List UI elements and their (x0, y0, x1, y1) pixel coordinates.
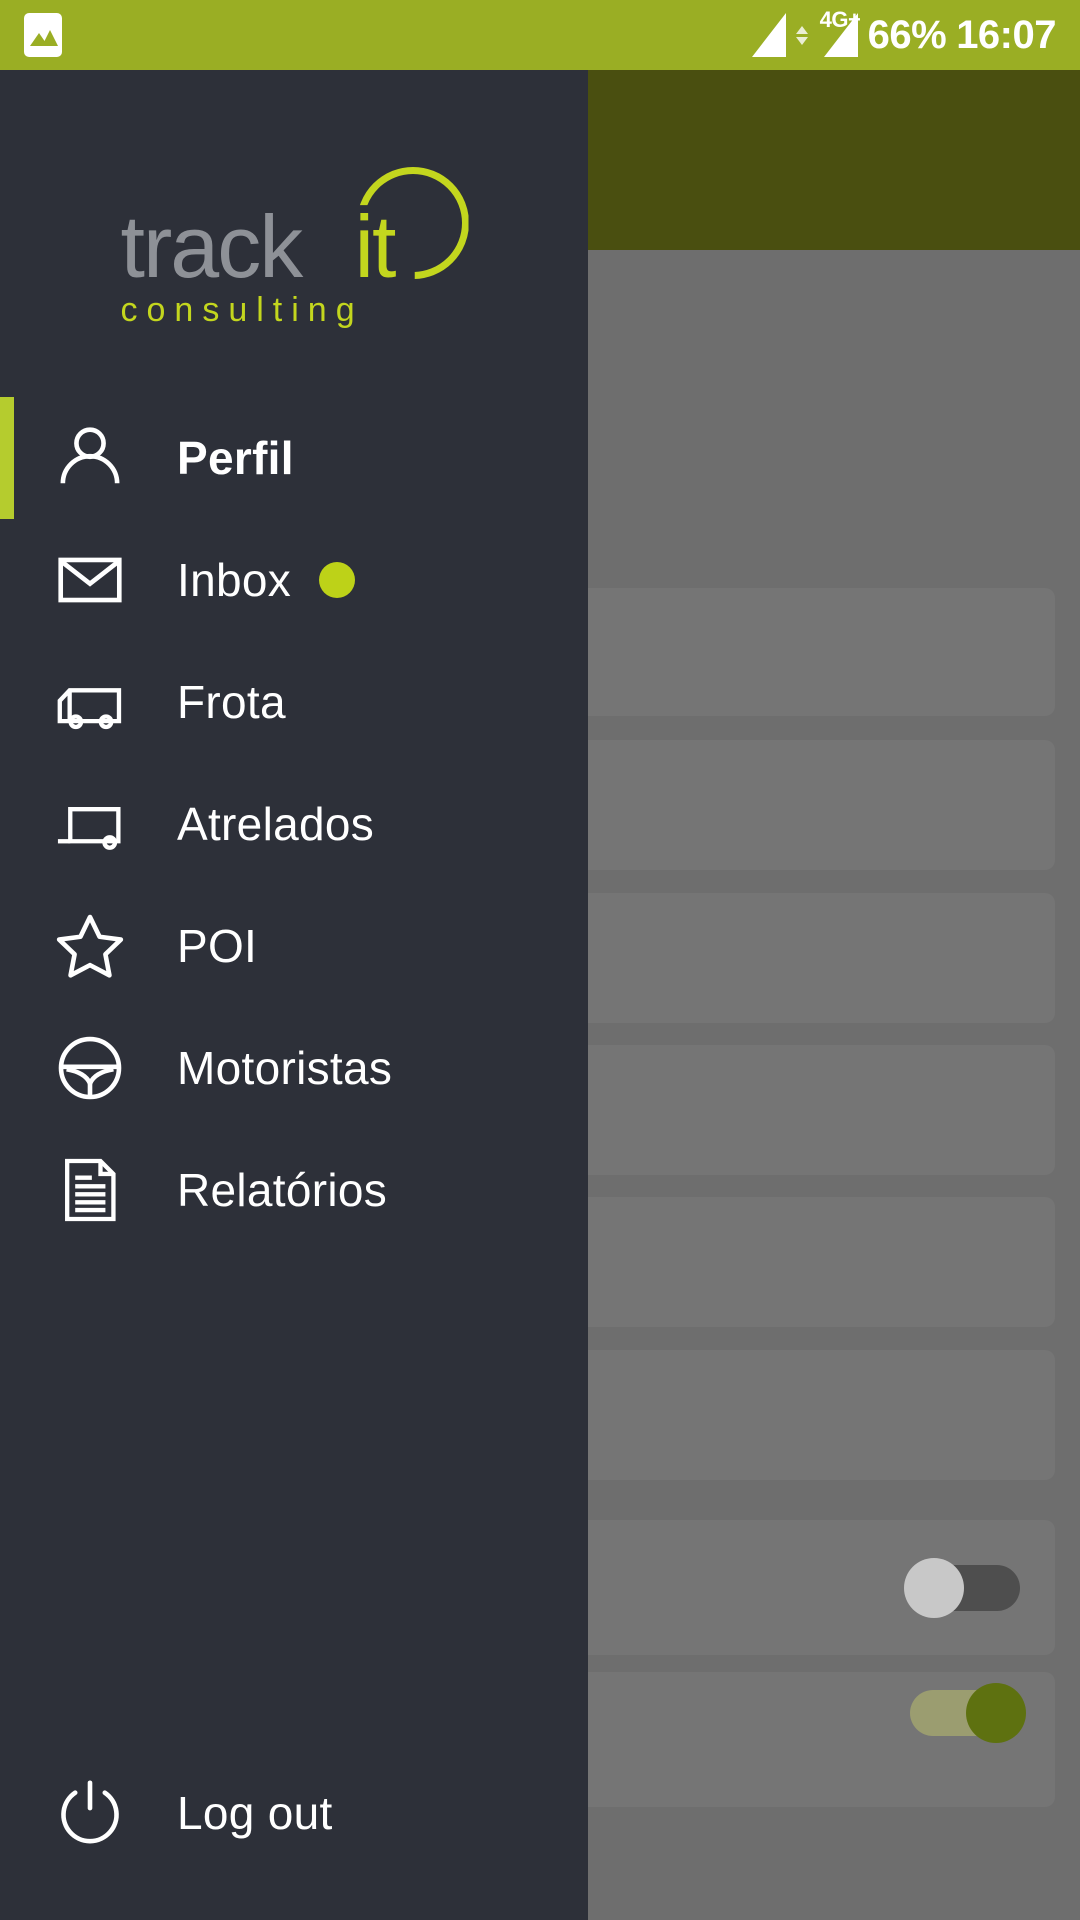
sidebar-item-label: Inbox (177, 554, 292, 606)
logo-word-track: track (120, 197, 304, 296)
logout-label: Log out (177, 1787, 333, 1839)
drawer-menu: Perfil Inbox Frota Atrelados POI Motoris… (0, 397, 588, 1251)
status-bar-left (0, 13, 752, 57)
sidebar-item-perfil[interactable]: Perfil (0, 397, 588, 519)
envelope-icon (53, 543, 139, 617)
user-icon (53, 421, 139, 495)
steering-wheel-icon (53, 1031, 139, 1105)
document-icon (53, 1153, 139, 1227)
network-label: 4G+ (819, 7, 861, 32)
sidebar-item-label: Frota (177, 676, 286, 728)
status-bar: 4G+ 66% 16:07 (0, 0, 1080, 70)
battery-percentage: 66% (867, 12, 947, 57)
background-toggle-on[interactable] (910, 1683, 1026, 1743)
truck-icon (53, 665, 139, 739)
navigation-drawer: track it consulting Perfil Inbox Frota A… (0, 70, 588, 1920)
drawer-footer: Log out (0, 1758, 588, 1868)
logo-subtitle: consulting (120, 291, 364, 329)
data-transfer-icon (795, 25, 808, 45)
inbox-unread-badge (319, 562, 356, 598)
clock: 16:07 (956, 12, 1056, 57)
sidebar-item-label: Atrelados (177, 798, 375, 850)
logout-button[interactable]: Log out (0, 1758, 588, 1868)
sidebar-item-atrelados[interactable]: Atrelados (0, 763, 588, 885)
sidebar-item-label: Motoristas (177, 1042, 393, 1094)
network-type-indicator: 4G+ (818, 7, 861, 57)
status-bar-right: 4G+ 66% 16:07 (751, 7, 1080, 58)
app-logo: track it consulting (117, 167, 472, 335)
sidebar-item-motoristas[interactable]: Motoristas (0, 1007, 588, 1129)
image-icon (24, 13, 62, 57)
sidebar-item-label: POI (177, 920, 258, 972)
sidebar-item-frota[interactable]: Frota (0, 641, 588, 763)
sidebar-item-inbox[interactable]: Inbox (0, 519, 588, 641)
background-toggle-off[interactable] (904, 1558, 1020, 1618)
sidebar-item-label: Relatórios (177, 1164, 388, 1216)
sidebar-item-label: Perfil (177, 432, 294, 484)
trailer-icon (53, 787, 139, 861)
toggle-knob (966, 1683, 1026, 1743)
toggle-knob (904, 1558, 964, 1618)
brand-header: track it consulting (0, 70, 588, 335)
sidebar-item-relatorios[interactable]: Relatórios (0, 1129, 588, 1251)
sidebar-item-poi[interactable]: POI (0, 885, 588, 1007)
star-icon (53, 909, 139, 983)
logo-word-it: it (354, 197, 397, 296)
signal-bars-icon (751, 13, 786, 57)
app-screen: 4G+ 66% 16:07 track it consulting Perfil… (0, 0, 1080, 1920)
power-icon (53, 1776, 139, 1850)
